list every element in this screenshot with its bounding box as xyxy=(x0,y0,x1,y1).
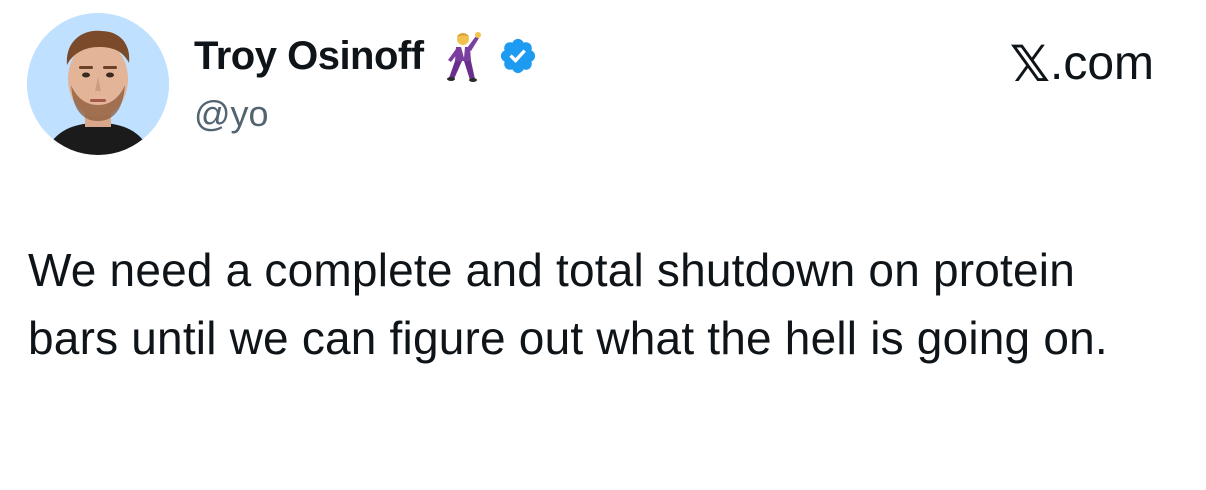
author-handle[interactable]: @yo xyxy=(194,92,269,136)
author-name-row: Troy Osinoff xyxy=(194,30,538,82)
dancing-man-emoji-icon xyxy=(442,30,484,82)
site-logo: 𝕏 .com xyxy=(1010,36,1154,92)
avatar-image xyxy=(27,13,169,155)
avatar[interactable] xyxy=(27,13,169,155)
verified-badge-icon[interactable] xyxy=(498,36,538,76)
tweet-card: Troy Osinoff @yo 𝕏 .com We need a comple… xyxy=(0,0,1206,490)
x-logo-icon: 𝕏 xyxy=(1009,35,1050,93)
site-domain-suffix: .com xyxy=(1049,37,1154,90)
tweet-text: We need a complete and total shutdown on… xyxy=(28,244,1108,364)
author-display-name[interactable]: Troy Osinoff xyxy=(194,30,424,82)
